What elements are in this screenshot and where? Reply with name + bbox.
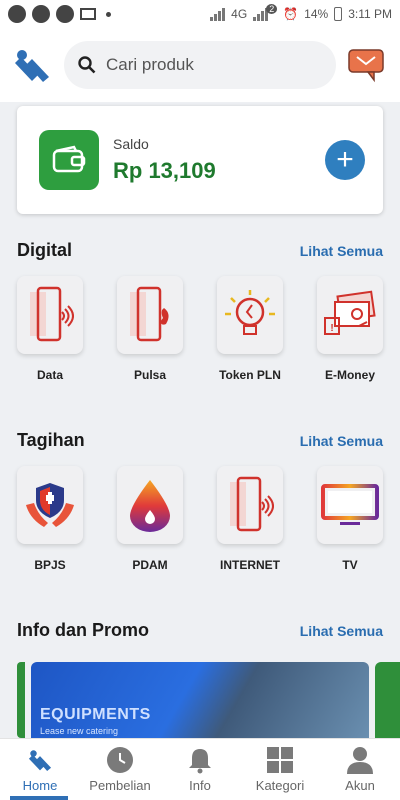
network-type: 4G bbox=[231, 7, 248, 21]
nav-pembelian[interactable]: Pembelian bbox=[80, 739, 160, 800]
nav-kategori[interactable]: Kategori bbox=[240, 739, 320, 800]
clock-time: 3:11 PM bbox=[348, 7, 392, 21]
see-all-tagihan-link[interactable]: Lihat Semua bbox=[300, 433, 383, 449]
product-internet-label: INTERNET bbox=[220, 558, 280, 572]
news-icon bbox=[80, 8, 96, 20]
balance-amount: Rp 13,109 bbox=[113, 158, 216, 183]
nav-akun-label: Akun bbox=[345, 778, 375, 793]
phone-signal-icon bbox=[217, 466, 283, 544]
product-e-money-label: E-Money bbox=[324, 368, 375, 382]
tagihan-grid: BPJS PDAM INTERNET TV bbox=[17, 466, 383, 572]
bell-icon bbox=[186, 746, 214, 774]
product-tv[interactable]: TV bbox=[317, 466, 383, 572]
product-internet[interactable]: INTERNET bbox=[217, 466, 283, 572]
product-pulsa[interactable]: Pulsa bbox=[117, 276, 183, 382]
search-input[interactable] bbox=[106, 55, 306, 75]
promo-carousel[interactable]: EQUIPMENTS Lease new catering bbox=[0, 662, 400, 738]
tagihan-section-header: Tagihan Lihat Semua bbox=[17, 430, 383, 451]
active-tab-indicator bbox=[10, 796, 68, 800]
promo-banner-title: EQUIPMENTS bbox=[40, 706, 151, 723]
digital-grid: Data Pulsa Token PLN ! E-Money bbox=[17, 276, 383, 382]
search-bar[interactable] bbox=[64, 41, 336, 89]
balance-card[interactable]: Saldo Rp 13,109 + bbox=[17, 106, 383, 214]
nav-info[interactable]: Info bbox=[160, 739, 240, 800]
whatsapp-business-icon bbox=[32, 5, 50, 23]
digital-section-header: Digital Lihat Semua bbox=[17, 240, 383, 261]
wallet-icon bbox=[39, 130, 99, 190]
nav-home[interactable]: Home bbox=[0, 739, 80, 800]
search-icon bbox=[78, 56, 96, 74]
shield-hands-icon bbox=[17, 466, 83, 544]
phone-call-icon bbox=[117, 276, 183, 354]
whatsapp-icon bbox=[8, 5, 26, 23]
nav-akun[interactable]: Akun bbox=[320, 739, 400, 800]
app-logo-icon[interactable] bbox=[12, 45, 52, 85]
clock-icon bbox=[106, 746, 134, 774]
product-pdam-label: PDAM bbox=[132, 558, 168, 572]
battery-icon bbox=[334, 7, 343, 21]
phone-signal-icon bbox=[17, 276, 83, 354]
product-pdam[interactable]: PDAM bbox=[117, 466, 183, 572]
product-bpjs-label: BPJS bbox=[34, 558, 66, 572]
signal-icon bbox=[210, 7, 226, 21]
nav-info-label: Info bbox=[189, 778, 211, 793]
product-e-money[interactable]: ! E-Money bbox=[317, 276, 383, 382]
svg-text:!: ! bbox=[330, 323, 333, 334]
status-bar: 4G 2 ⏰ 14% 3:11 PM bbox=[0, 0, 400, 28]
section-title-tagihan: Tagihan bbox=[17, 430, 85, 450]
more-notifications-icon bbox=[106, 11, 111, 17]
product-pulsa-label: Pulsa bbox=[133, 368, 166, 382]
home-logo-icon bbox=[26, 746, 54, 774]
product-data[interactable]: Data bbox=[17, 276, 83, 382]
water-drop-icon bbox=[117, 466, 183, 544]
nav-pembelian-label: Pembelian bbox=[89, 778, 151, 793]
product-token-pln[interactable]: Token PLN bbox=[217, 276, 283, 382]
grid-icon bbox=[266, 746, 294, 774]
app-header bbox=[0, 28, 400, 102]
promo-banner-prev[interactable] bbox=[17, 662, 25, 738]
phone-icon bbox=[56, 5, 74, 23]
promo-banner-subtitle: Lease new catering bbox=[40, 726, 119, 736]
see-all-promo-link[interactable]: Lihat Semua bbox=[300, 623, 383, 639]
money-icon: ! bbox=[317, 276, 383, 354]
bottom-navigation: Home Pembelian Info Kategori Akun bbox=[0, 738, 400, 800]
battery-percent: 14% bbox=[304, 7, 329, 21]
promo-banner-next[interactable] bbox=[375, 662, 400, 738]
tv-icon bbox=[317, 466, 383, 544]
product-data-label: Data bbox=[36, 368, 63, 382]
top-up-button[interactable]: + bbox=[325, 140, 365, 180]
person-icon bbox=[346, 746, 374, 774]
nav-kategori-label: Kategori bbox=[255, 778, 305, 793]
product-token-pln-label: Token PLN bbox=[219, 368, 281, 382]
nav-home-label: Home bbox=[22, 778, 58, 793]
product-bpjs[interactable]: BPJS bbox=[17, 466, 83, 572]
section-title-promo: Info dan Promo bbox=[17, 620, 149, 640]
balance-label: Saldo bbox=[113, 136, 149, 152]
chat-icon[interactable] bbox=[346, 44, 388, 86]
alarm-icon: ⏰ bbox=[283, 7, 299, 21]
lightbulb-icon bbox=[217, 276, 283, 354]
promo-section-header: Info dan Promo Lihat Semua bbox=[17, 620, 383, 641]
see-all-digital-link[interactable]: Lihat Semua bbox=[300, 243, 383, 259]
sim-badge: 2 bbox=[266, 4, 278, 14]
product-tv-label: TV bbox=[342, 558, 358, 572]
section-title-digital: Digital bbox=[17, 240, 73, 260]
